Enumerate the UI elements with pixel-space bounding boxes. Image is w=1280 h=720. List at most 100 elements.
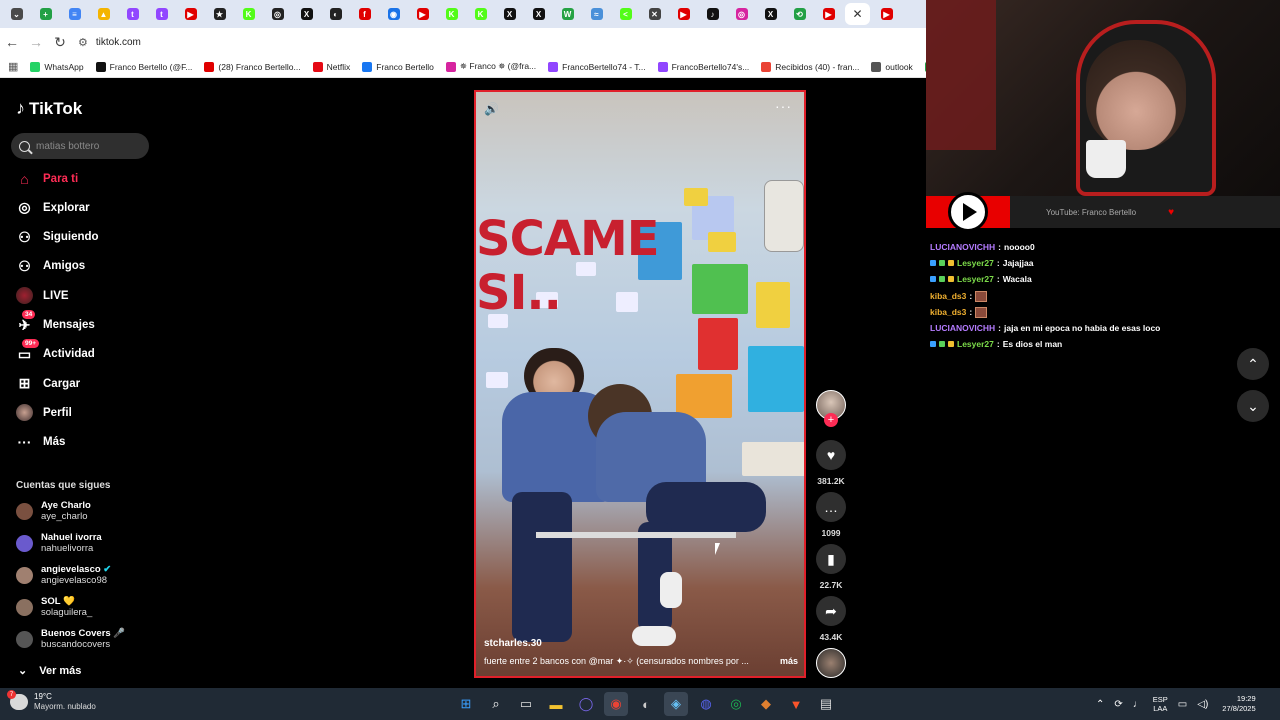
site-settings-icon[interactable]: ⚙	[78, 36, 88, 49]
see-more-button[interactable]: ⌄ Ver más	[18, 664, 81, 678]
browser-tab[interactable]: ▶	[410, 3, 435, 25]
obs-icon[interactable]: ◐	[634, 692, 658, 716]
browser-tab[interactable]: ▶	[178, 3, 203, 25]
bookmark-item[interactable]: FrancoBertello74 - T...	[548, 61, 646, 72]
browser-tab[interactable]: t	[120, 3, 145, 25]
browser-tab[interactable]: ◐	[323, 3, 348, 25]
nav-item-explorar[interactable]: ◎ Explorar	[16, 199, 89, 216]
video-player[interactable]: SCAME SI.. 🔊 ··· stcharles.30 fuerte ent…	[474, 90, 806, 678]
following-account[interactable]: SOL 💛 solaguilera_	[16, 596, 92, 618]
comment-button[interactable]: … 1099	[814, 492, 848, 538]
save-button[interactable]: ▮ 22.7K	[814, 544, 848, 590]
language-indicator[interactable]: ESP LAA	[1153, 695, 1168, 713]
browser-tab[interactable]: K	[468, 3, 493, 25]
nav-item-mensajes[interactable]: ✈ 34 Mensajes	[16, 309, 95, 334]
browser-tab[interactable]: ⟲	[787, 3, 812, 25]
following-account[interactable]: Aye Charlo aye_charlo	[16, 500, 91, 522]
search-icon[interactable]: ⌕	[484, 692, 508, 716]
sound-disc-icon[interactable]	[816, 648, 846, 678]
bookmark-item[interactable]: outlook	[871, 61, 913, 72]
bookmark-item[interactable]: WhatsApp	[30, 61, 84, 72]
scroll-down-button[interactable]: ⌄	[1237, 390, 1269, 422]
browser-tab[interactable]: ★	[207, 3, 232, 25]
nav-item-perfil[interactable]: Perfil	[16, 404, 72, 422]
back-icon[interactable]: ←	[0, 30, 24, 54]
clock[interactable]: 19:29 27/8/2025	[1222, 694, 1255, 714]
browser-tab[interactable]: +	[33, 3, 58, 25]
tiktok-logo[interactable]: ♪ TikTok	[16, 98, 82, 119]
chevron-up-icon[interactable]: ⌃	[1096, 699, 1104, 710]
scroll-up-button[interactable]: ⌃	[1237, 348, 1269, 380]
nav-item-cargar[interactable]: ⊞ Cargar	[16, 375, 80, 392]
follow-plus-icon[interactable]: +	[824, 413, 838, 427]
heart-icon[interactable]: ♥	[816, 440, 846, 470]
browser-tab[interactable]: ▶	[671, 3, 696, 25]
bookmark-icon[interactable]: ▮	[816, 544, 846, 574]
epic-icon[interactable]: ▤	[814, 692, 838, 716]
apps-icon[interactable]: ▦	[8, 60, 18, 73]
forward-icon[interactable]: →	[24, 30, 48, 54]
bookmark-item[interactable]: ✵ Franco ✵ (@fra...	[445, 61, 536, 72]
volume-icon[interactable]: 🔊	[484, 102, 499, 116]
shield-app-icon[interactable]: ◆	[754, 692, 778, 716]
nav-item-actividad[interactable]: ▭ 99+ Actividad	[16, 338, 95, 363]
more-options-icon[interactable]: ···	[775, 98, 792, 114]
browser-tab[interactable]: X	[294, 3, 319, 25]
bookmark-item[interactable]: FrancoBertello74's...	[657, 61, 749, 72]
browser-tab[interactable]: <	[613, 3, 638, 25]
file-explorer-icon[interactable]: ▬	[544, 692, 568, 716]
nav-item-más[interactable]: ··· Más	[16, 434, 66, 451]
nav-item-live[interactable]: LIVE	[16, 287, 69, 305]
following-account[interactable]: Buenos Covers 🎤 buscandocovers	[16, 628, 125, 650]
browser-tab[interactable]: ✕	[845, 3, 870, 25]
discord-icon[interactable]: ◍	[694, 692, 718, 716]
reload-icon[interactable]: ↻	[48, 30, 72, 54]
volume-icon[interactable]: ◁)	[1197, 699, 1208, 710]
browser-tab[interactable]: W	[555, 3, 580, 25]
address-bar[interactable]: ⚙ tiktok.com	[78, 31, 838, 53]
bookmark-item[interactable]: Franco Bertello	[362, 61, 434, 72]
browser-tab[interactable]: t	[149, 3, 174, 25]
start-icon[interactable]: ⊞	[454, 692, 478, 716]
steam-icon[interactable]: ◈	[664, 692, 688, 716]
bookmark-item[interactable]: (28) Franco Bertello...	[204, 61, 301, 72]
following-account[interactable]: angievelasco ✔ angievelasco98	[16, 564, 111, 586]
browser-tab[interactable]: ✕	[642, 3, 667, 25]
browser-tab[interactable]: ♪	[700, 3, 725, 25]
caption-more-link[interactable]: más	[780, 656, 798, 667]
bookmark-item[interactable]: Recibidos (40) - fran...	[761, 61, 859, 72]
nav-item-amigos[interactable]: ⚇ Amigos	[16, 258, 85, 275]
brave-icon[interactable]: ▼	[784, 692, 808, 716]
browser-tab[interactable]: ≡	[62, 3, 87, 25]
share-icon[interactable]: ➦	[816, 596, 846, 626]
creator-avatar-button[interactable]: +	[814, 390, 848, 427]
browser-tab[interactable]: ▶	[816, 3, 841, 25]
browser-tab[interactable]: K	[439, 3, 464, 25]
close-tab-icon[interactable]: ✕	[852, 7, 862, 21]
browser-tab[interactable]: K	[236, 3, 261, 25]
sound-disc-button[interactable]	[814, 648, 848, 678]
browser-tab[interactable]: ◎	[265, 3, 290, 25]
following-account[interactable]: Nahuel ivorra nahuelivorra	[16, 532, 102, 554]
weather-widget[interactable]: 7 19°C Mayorm. nublado	[7, 690, 96, 712]
chrome-icon[interactable]: ◉	[604, 692, 628, 716]
like-button[interactable]: ♥ 381.2K	[814, 440, 848, 486]
comment-icon[interactable]: …	[816, 492, 846, 522]
browser-tab[interactable]: ▲	[91, 3, 116, 25]
browser-tab[interactable]: ≈	[584, 3, 609, 25]
share-button[interactable]: ➦ 43.4K	[814, 596, 848, 642]
browser-tab[interactable]: X	[497, 3, 522, 25]
browser-tab[interactable]: X	[758, 3, 783, 25]
search-input[interactable]: matias bottero	[11, 133, 149, 159]
browser-tab[interactable]: f	[352, 3, 377, 25]
network-icon[interactable]: ▭	[1178, 699, 1187, 710]
mic-icon[interactable]: ♩	[1133, 699, 1143, 710]
browser-tab[interactable]: ◎	[729, 3, 754, 25]
circle-app-icon[interactable]: ◯	[574, 692, 598, 716]
browser-tab[interactable]: ▶	[874, 3, 899, 25]
nav-item-siguiendo[interactable]: ⚇ Siguiendo	[16, 229, 98, 246]
task-view-icon[interactable]: ▭	[514, 692, 538, 716]
bookmark-item[interactable]: Netflix	[312, 61, 350, 72]
nav-item-para-ti[interactable]: ⌂ Para ti	[16, 170, 78, 187]
video-username[interactable]: stcharles.30	[484, 638, 542, 649]
